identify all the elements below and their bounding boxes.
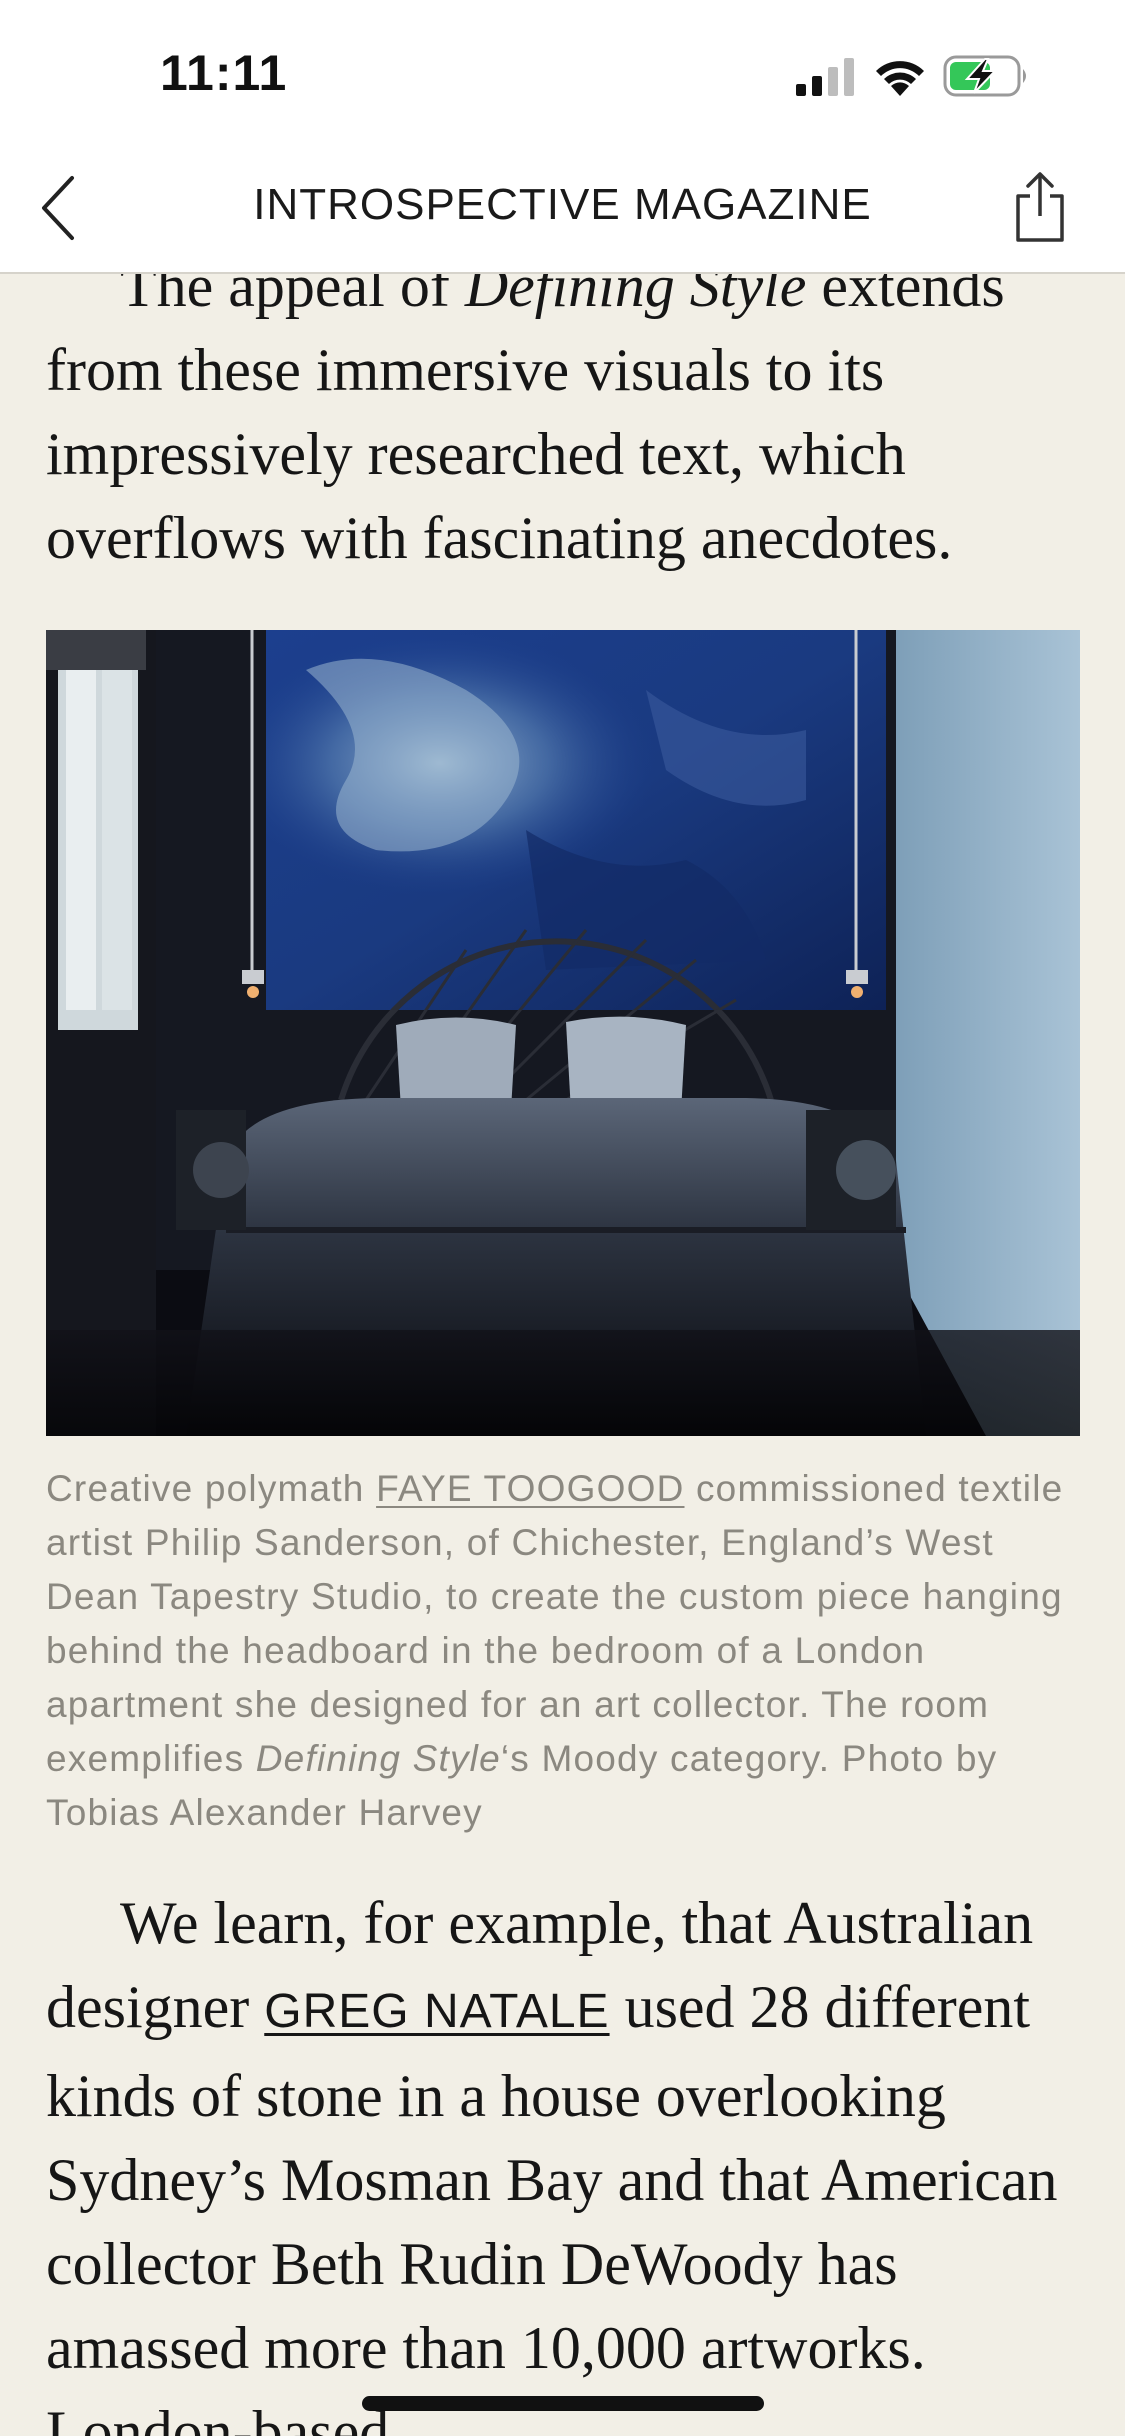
cellular-signal-icon — [796, 58, 854, 96]
page-title: INTROSPECTIVE MAGAZINE — [253, 180, 872, 229]
paragraph-text: used 28 different kinds of stone in a ho… — [46, 1974, 1058, 2436]
caption-text: Creative polymath — [46, 1468, 377, 1509]
status-time: 11:11 — [160, 45, 288, 101]
photo-caption: Creative polymath FAYE TOOGOOD commissio… — [46, 1462, 1086, 1840]
paragraph-text: The appeal of — [120, 274, 465, 319]
share-icon[interactable] — [1010, 170, 1070, 244]
designer-link-faye-toogood[interactable]: FAYE TOOGOOD — [376, 1468, 684, 1509]
nav-bar: INTROSPECTIVE MAGAZINE — [0, 150, 1125, 274]
home-indicator[interactable] — [362, 2396, 764, 2411]
book-title-italic: Defining Style — [464, 274, 807, 319]
article-paragraph: The appeal of Defining Style extends fro… — [0, 274, 1125, 580]
caption-text: commissioned textile artist Philip Sande… — [46, 1468, 1064, 1779]
bedroom-photo — [46, 630, 1080, 1436]
caption-italic: Defining Style — [255, 1738, 501, 1779]
status-bar: 11:11 — [0, 0, 1125, 150]
designer-link-greg-natale[interactable]: GREG NATALE — [264, 1985, 609, 2038]
battery-charging-icon — [943, 55, 1026, 97]
article-paragraph: We learn, for example, that Australian d… — [0, 1881, 1125, 2436]
wifi-icon — [876, 61, 924, 96]
article-content[interactable]: The appeal of Defining Style extends fro… — [0, 274, 1125, 2436]
